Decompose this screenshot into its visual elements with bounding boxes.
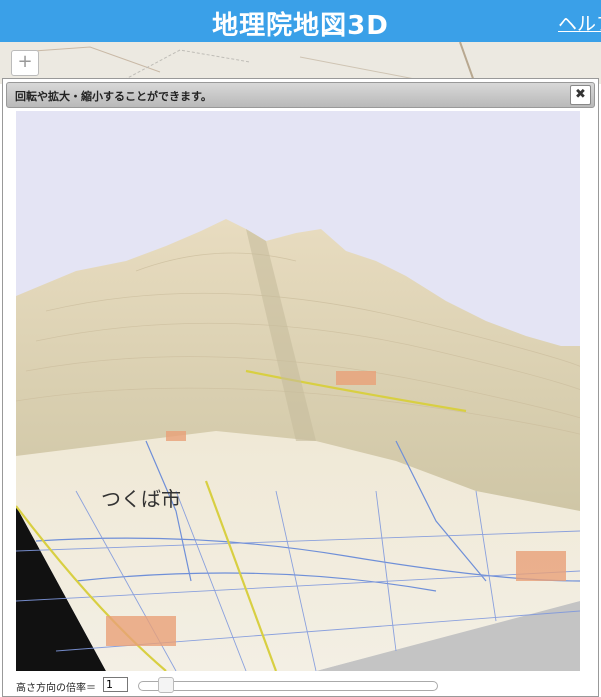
zoom-in-button[interactable]: + xyxy=(11,50,39,76)
3d-view-dialog: 回転や拡大・縮小することができます。 ✖ つくば市 高さ方向の倍率＝ 1 xyxy=(2,78,599,697)
3d-terrain-viewport[interactable]: つくば市 xyxy=(16,111,580,671)
dialog-titlebar[interactable]: 回転や拡大・縮小することができます。 ✖ xyxy=(6,82,595,108)
help-link[interactable]: ヘルプ xyxy=(558,9,601,36)
exaggeration-label: 高さ方向の倍率＝ xyxy=(16,683,96,694)
exaggeration-slider[interactable] xyxy=(138,681,438,691)
exaggeration-input[interactable] xyxy=(103,677,128,692)
exaggeration-slider-handle[interactable] xyxy=(157,677,174,693)
place-label: つくば市 xyxy=(101,487,181,511)
exaggeration-controls: 高さ方向の倍率＝ xyxy=(16,675,586,695)
app-header: 地理院地図3D ヘルプ xyxy=(0,0,601,42)
dialog-title: 回転や拡大・縮小することができます。 xyxy=(15,90,212,103)
app-title: 地理院地図3D xyxy=(212,11,389,41)
terrain-render: つくば市 xyxy=(16,219,580,671)
close-button[interactable]: ✖ xyxy=(570,85,591,105)
